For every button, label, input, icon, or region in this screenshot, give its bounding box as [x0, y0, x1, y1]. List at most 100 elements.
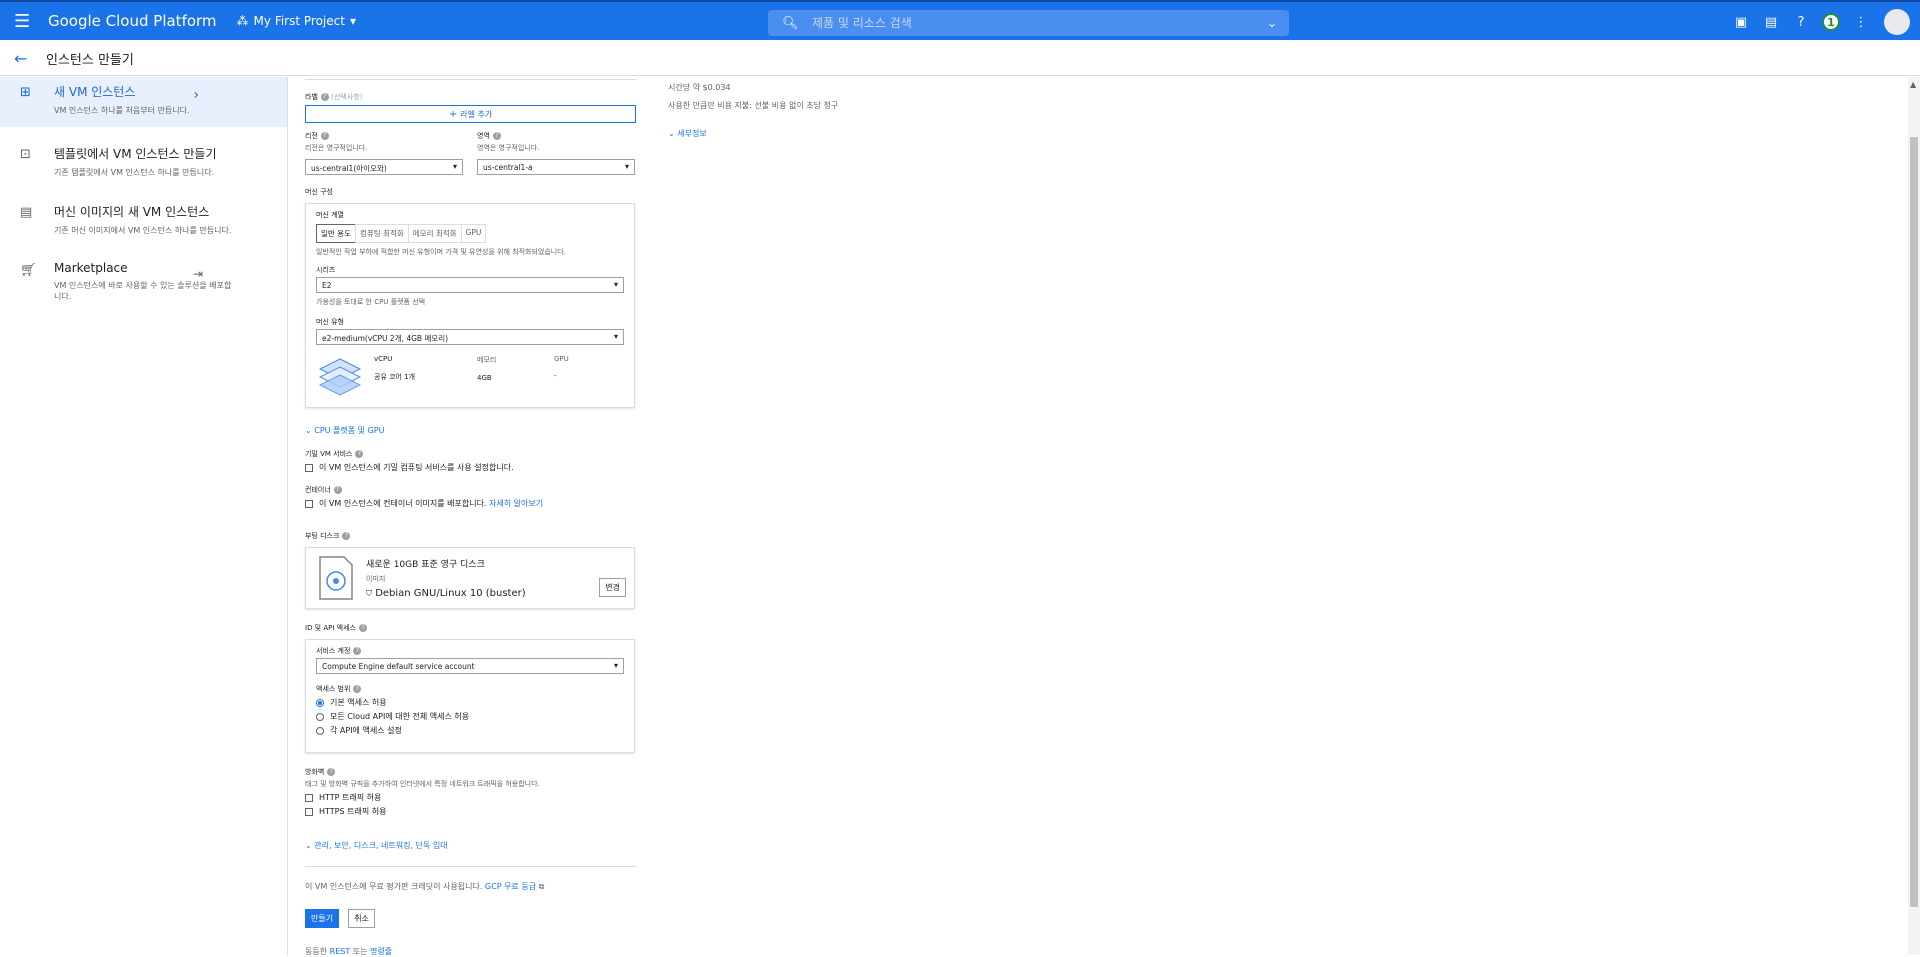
external-open-icon: ⇥: [192, 267, 203, 281]
tab-gpu[interactable]: GPU: [460, 224, 487, 243]
help-icon[interactable]: ?: [358, 624, 367, 632]
scrollbar-thumb[interactable]: [1910, 137, 1918, 907]
checkbox-label: HTTPS 트래픽 허용: [319, 807, 387, 816]
help-icon[interactable]: ?: [353, 685, 362, 693]
container-checkbox[interactable]: 이 VM 인스턴스에 컨테이너 이미지를 배포합니다. 자세히 알아보기: [305, 498, 635, 509]
tab-memory-optimized[interactable]: 메모리 최적화: [407, 224, 462, 243]
management-link[interactable]: 관리, 보안, 디스크, 네트워킹, 단독 임대: [314, 841, 447, 850]
help-icon[interactable]: ?: [355, 450, 364, 458]
help-icon[interactable]: ?: [333, 486, 342, 494]
radio-dot[interactable]: [316, 698, 324, 707]
expand-icon: ⌄: [305, 426, 315, 435]
machine-family-label: 머신 계열: [316, 211, 344, 219]
help-icon[interactable]: ?: [342, 532, 351, 540]
help-icon[interactable]: ?: [320, 132, 329, 140]
region-select[interactable]: us-central1(아이오와): [305, 159, 463, 175]
help-icon[interactable]: ?: [320, 93, 329, 101]
zone-select[interactable]: us-central1-a: [477, 159, 635, 175]
checkbox-box[interactable]: [305, 793, 313, 802]
help-icon[interactable]: ?: [353, 647, 362, 655]
back-arrow-icon[interactable]: ←: [14, 49, 36, 68]
checkbox-label: 이 VM 인스턴스에 기밀 컴퓨팅 서비스를 사용 설정합니다.: [319, 463, 514, 472]
add-label-button[interactable]: + 라벨 추가: [305, 105, 636, 123]
scroll-up-icon[interactable]: ▲: [1910, 80, 1916, 89]
create-button[interactable]: 만들기: [305, 909, 340, 928]
top-right-actions: ▣ ▤ ? 1 ⋮: [1726, 2, 1920, 42]
region-hint: 리전은 영구적입니다.: [305, 144, 368, 152]
change-button[interactable]: 변경: [599, 578, 626, 597]
sidebar: ⊞ 새 VM 인스턴스 VM 인스턴스 하나를 처음부터 만듭니다. › ⊡ 템…: [0, 77, 288, 955]
gift-icon[interactable]: ▣: [1726, 15, 1756, 30]
open-in-new-icon[interactable]: ⧉: [539, 882, 545, 891]
project-icon: ⁂: [236, 14, 249, 28]
page-header: ← 인스턴스 만들기: [0, 42, 1920, 76]
checkbox-box[interactable]: [305, 463, 313, 472]
sidebar-item-desc: 기존 머신 이미지에서 VM 인스턴스 하나를 만듭니다.: [54, 226, 232, 235]
tab-general-purpose[interactable]: 일반 용도: [316, 224, 356, 243]
scope-radio-default[interactable]: 기본 액세스 허용: [316, 697, 624, 708]
sidebar-item-new-vm[interactable]: ⊞ 새 VM 인스턴스 VM 인스턴스 하나를 처음부터 만듭니다. ›: [0, 77, 287, 127]
scope-radio-custom[interactable]: 각 API에 액세스 설정: [316, 725, 624, 736]
machine-spec-summary: vCPU 공유 코어 1개 메모리 4GB GPU -: [316, 355, 624, 401]
more-vert-icon[interactable]: ⋮: [1846, 15, 1876, 30]
search-expand-icon[interactable]: ⌄: [1267, 16, 1277, 30]
avatar[interactable]: [1884, 9, 1910, 35]
access-scope-label: 액세스 범위?: [316, 684, 624, 694]
service-account-select[interactable]: Compute Engine default service account: [316, 658, 624, 674]
boot-disk-image: ⛉ Debian GNU/Linux 10 (buster): [366, 588, 526, 599]
sidebar-item-from-template[interactable]: ⊡ 템플릿에서 VM 인스턴스 만들기 기존 템플릿에서 VM 인스턴스 하나를…: [0, 139, 287, 185]
memory-header: 메모리: [477, 356, 497, 364]
tab-compute-optimized[interactable]: 컴퓨팅 최적화: [354, 224, 409, 243]
help-icon[interactable]: ?: [1786, 15, 1816, 30]
radio-dot[interactable]: [316, 712, 324, 721]
details-expander[interactable]: ⌄ 세부정보: [668, 121, 838, 140]
firewall-hint: 태그 및 방화벽 규칙을 추가하여 인터넷에서 특정 네트워크 트래픽을 허용합…: [305, 780, 540, 788]
https-checkbox[interactable]: HTTPS 트래픽 허용: [305, 806, 635, 817]
machine-config-label: 머신 구성: [305, 188, 333, 196]
machine-config-panel: 머신 계열 일반 용도 컴퓨팅 최적화 메모리 최적화 GPU 일반적인 작업 …: [305, 203, 635, 408]
management-expander[interactable]: ⌄ 관리, 보안, 디스크, 네트워킹, 단독 임대: [305, 833, 635, 852]
sidebar-item-title: 템플릿에서 VM 인스턴스 만들기: [54, 147, 217, 161]
series-label: 시리즈: [316, 266, 336, 274]
radio-dot[interactable]: [316, 726, 324, 735]
checkbox-box[interactable]: [305, 499, 313, 508]
scrollbar[interactable]: ▲: [1908, 77, 1920, 955]
scope-radio-full[interactable]: 모든 Cloud API에 대한 전체 액세스 허용: [316, 711, 624, 722]
disk-icon: [319, 556, 353, 600]
cpu-platform-link[interactable]: CPU 플랫폼 및 GPU: [314, 426, 384, 435]
top-app-bar: ☰ Google Cloud Platform ⁂ My First Proje…: [0, 0, 1920, 40]
help-icon[interactable]: ?: [327, 768, 336, 776]
cpu-platform-expander[interactable]: ⌄ CPU 플랫폼 및 GPU: [305, 418, 635, 437]
details-link[interactable]: 세부정보: [677, 129, 706, 138]
template-icon: ⊡: [20, 147, 31, 162]
sidebar-item-marketplace[interactable]: 🛒︎ Marketplace VM 인스턴스에 바로 사용할 수 있는 솔루션을…: [0, 255, 287, 309]
divider: [305, 77, 636, 80]
notifications-badge[interactable]: 1: [1822, 13, 1840, 31]
http-checkbox[interactable]: HTTP 트래픽 허용: [305, 792, 635, 803]
zone-hint: 영역은 영구적입니다.: [477, 144, 540, 152]
container-label: 컨테이너?: [305, 485, 635, 495]
cloud-shell-icon[interactable]: ▤: [1756, 15, 1786, 30]
hourly-price: 시간당 약 $0.034: [668, 83, 731, 92]
machine-type-select[interactable]: e2-medium(vCPU 2개, 4GB 메모리): [316, 329, 624, 345]
confidential-vm-checkbox[interactable]: 이 VM 인스턴스에 기밀 컴퓨팅 서비스를 사용 설정합니다.: [305, 462, 635, 473]
create-instance-form: 라벨? (선택사항) + 라벨 추가 리전? 리전은 영구적입니다. us-ce…: [305, 77, 636, 957]
sidebar-item-title: 머신 이미지의 새 VM 인스턴스: [54, 205, 210, 219]
cancel-button[interactable]: 취소: [348, 909, 375, 928]
region-label: 리전?: [305, 131, 463, 141]
series-select[interactable]: E2: [316, 277, 624, 293]
learn-more-link[interactable]: 자세히 알아보기: [489, 498, 543, 509]
search-bar[interactable]: 🔍︎ ⌄: [768, 10, 1289, 36]
hamburger-menu-icon[interactable]: ☰: [14, 11, 36, 32]
checkbox-box[interactable]: [305, 807, 313, 816]
project-selector[interactable]: ⁂ My First Project ▾: [237, 14, 356, 28]
id-api-panel: 서비스 계정? Compute Engine default service a…: [305, 639, 635, 753]
pricing-summary: 시간당 약 $0.034 사용한 만큼만 비용 지불: 선불 비용 없이 초당 …: [668, 82, 838, 140]
sidebar-item-from-machine-image[interactable]: ▤ 머신 이미지의 새 VM 인스턴스 기존 머신 이미지에서 VM 인스턴스 …: [0, 197, 287, 243]
free-tier-link[interactable]: GCP 무료 등급: [485, 882, 536, 891]
help-icon[interactable]: ?: [492, 132, 501, 140]
search-input[interactable]: [812, 16, 1252, 30]
boot-disk-image-label: 이미지: [366, 575, 386, 583]
brand-title[interactable]: Google Cloud Platform: [48, 12, 217, 30]
radio-label: 기본 액세스 허용: [330, 698, 387, 707]
